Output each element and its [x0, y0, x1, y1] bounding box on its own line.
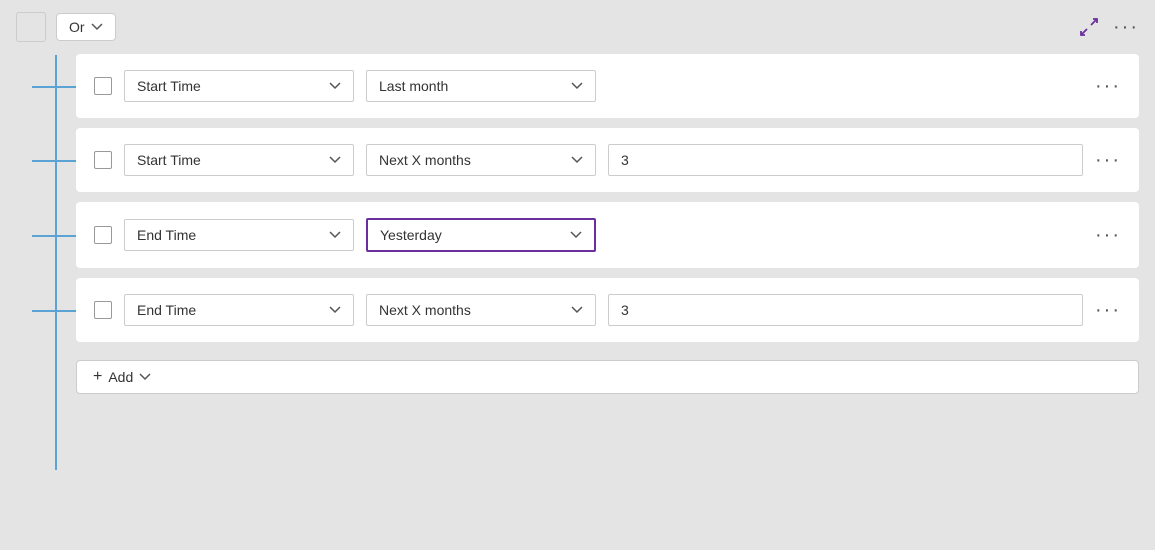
value-input-row4[interactable] [608, 294, 1083, 326]
or-chevron-icon [91, 21, 103, 33]
field-label-row1: Start Time [137, 78, 201, 94]
field-label-row3: End Time [137, 227, 196, 243]
row-more-button-row3[interactable]: ··· [1095, 224, 1121, 247]
condition-chevron-icon-row3 [570, 229, 582, 241]
filter-panel: Or ··· [0, 0, 1155, 550]
compress-icon [1079, 17, 1099, 37]
condition-label-row4: Next X months [379, 302, 471, 318]
add-plus-icon: + [93, 368, 102, 386]
connector-line [32, 235, 76, 237]
connector-line [32, 310, 76, 312]
row-more-button-row4[interactable]: ··· [1095, 299, 1121, 322]
field-chevron-icon-row1 [329, 80, 341, 92]
or-label: Or [69, 19, 85, 35]
field-select-row2[interactable]: Start Time [124, 144, 354, 176]
row-more-button-row1[interactable]: ··· [1095, 75, 1121, 98]
condition-select-row3[interactable]: Yesterday [366, 218, 596, 252]
vertical-connector [55, 55, 57, 470]
filter-row: End Time Yesterday ··· [76, 202, 1139, 268]
condition-label-row2: Next X months [379, 152, 471, 168]
row-checkbox[interactable] [94, 77, 112, 95]
field-select-row3[interactable]: End Time [124, 219, 354, 251]
more-options-button[interactable]: ··· [1113, 16, 1139, 39]
connector-line [32, 86, 76, 88]
add-chevron-icon [139, 371, 151, 383]
condition-chevron-icon-row2 [571, 154, 583, 166]
filter-row: Start Time Next X months ··· [76, 128, 1139, 192]
add-label: Add [108, 369, 133, 385]
connector-line [32, 160, 76, 162]
row-checkbox[interactable] [94, 301, 112, 319]
field-label-row2: Start Time [137, 152, 201, 168]
condition-label-row1: Last month [379, 78, 448, 94]
condition-select-row1[interactable]: Last month [366, 70, 596, 102]
condition-chevron-icon-row4 [571, 304, 583, 316]
field-chevron-icon-row4 [329, 304, 341, 316]
condition-select-row4[interactable]: Next X months [366, 294, 596, 326]
add-button[interactable]: + Add [76, 360, 1139, 394]
compress-button[interactable] [1079, 17, 1099, 37]
row-more-button-row2[interactable]: ··· [1095, 149, 1121, 172]
row-checkbox[interactable] [94, 151, 112, 169]
field-select-row1[interactable]: Start Time [124, 70, 354, 102]
top-bar: Or ··· [16, 12, 1139, 42]
field-chevron-icon-row2 [329, 154, 341, 166]
filter-row: Start Time Last month ··· [76, 54, 1139, 118]
top-actions: ··· [1079, 16, 1139, 39]
rows-container: Start Time Last month ··· Start Time [76, 54, 1139, 394]
row-checkbox[interactable] [94, 226, 112, 244]
outer-checkbox[interactable] [16, 12, 46, 42]
or-button[interactable]: Or [56, 13, 116, 41]
filter-row: End Time Next X months ··· [76, 278, 1139, 342]
dots-icon: ··· [1113, 16, 1139, 39]
field-chevron-icon-row3 [329, 229, 341, 241]
condition-chevron-icon-row1 [571, 80, 583, 92]
field-label-row4: End Time [137, 302, 196, 318]
field-select-row4[interactable]: End Time [124, 294, 354, 326]
condition-label-row3: Yesterday [380, 227, 442, 243]
value-input-row2[interactable] [608, 144, 1083, 176]
condition-select-row2[interactable]: Next X months [366, 144, 596, 176]
